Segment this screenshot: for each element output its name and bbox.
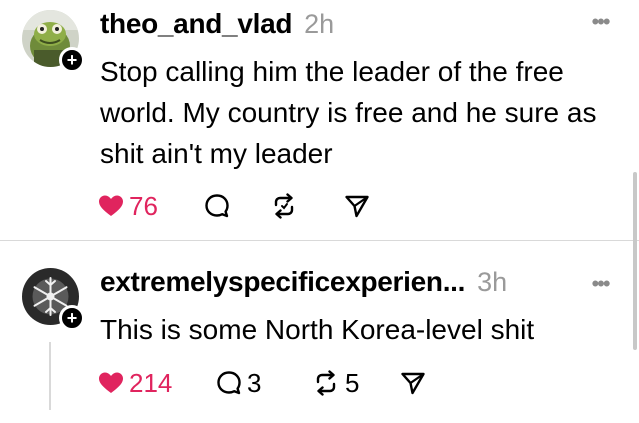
more-options-icon[interactable]: ••• (583, 273, 617, 295)
reply-button[interactable] (204, 188, 270, 224)
avatar-container[interactable]: + (22, 10, 85, 73)
share-button[interactable] (344, 188, 370, 224)
reply-count: 3 (247, 367, 262, 398)
follow-plus-icon[interactable]: + (59, 305, 85, 331)
post[interactable]: + theo_and_vlad 2h ••• Stop calling him … (0, 0, 639, 240)
heart-icon (98, 371, 124, 395)
like-count: 214 (129, 367, 173, 398)
post-text: Stop calling him the leader of the free … (100, 56, 597, 169)
post-actions: 214 3 5 (98, 365, 426, 401)
like-count: 76 (129, 190, 158, 221)
reply-button[interactable]: 3 (216, 365, 312, 401)
repost-count: 5 (345, 367, 360, 398)
comment-icon (216, 370, 242, 396)
follow-plus-icon[interactable]: + (59, 47, 85, 73)
timestamp: 3h (477, 267, 508, 297)
comment-icon (204, 193, 230, 219)
threads-feed: + theo_and_vlad 2h ••• Stop calling him … (0, 0, 639, 423)
like-button[interactable]: 76 (98, 188, 204, 224)
more-options-icon[interactable]: ••• (583, 11, 617, 33)
post-header: theo_and_vlad 2h (100, 8, 334, 44)
share-button[interactable] (400, 365, 426, 401)
repost-icon (312, 370, 340, 396)
like-button[interactable]: 214 (98, 365, 216, 401)
heart-icon (98, 194, 124, 218)
repost-icon (270, 193, 298, 219)
post[interactable]: + extremelyspecificexperien... 3h This i… (0, 241, 639, 423)
post-text: This is some North Korea-level shit (100, 314, 535, 345)
send-icon (400, 370, 426, 396)
thread-line (49, 342, 51, 410)
repost-button[interactable] (270, 188, 344, 224)
post-header: extremelyspecificexperien... 3h (100, 266, 507, 302)
send-icon (344, 193, 370, 219)
timestamp: 2h (304, 9, 335, 39)
scrollbar[interactable] (633, 172, 637, 350)
username[interactable]: extremelyspecificexperien... (100, 266, 465, 298)
repost-button[interactable]: 5 (312, 365, 400, 401)
avatar-container[interactable]: + (22, 268, 85, 331)
username[interactable]: theo_and_vlad (100, 8, 292, 40)
post-actions: 76 (98, 188, 370, 224)
